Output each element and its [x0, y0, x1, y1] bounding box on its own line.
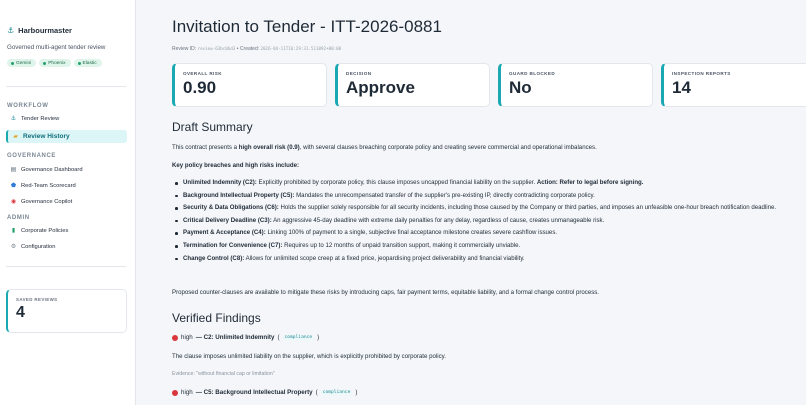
book-icon: ▮ [11, 228, 16, 234]
saved-reviews-value: 4 [16, 304, 25, 321]
review-meta: Review ID: review-63bc0bd3 • Created: 20… [172, 46, 342, 52]
divider [6, 86, 126, 87]
sidebar-item-red-team-scorecard[interactable]: ⬟ Red-Team Scorecard [6, 179, 127, 192]
brand[interactable]: ⚓ Harbourmaster [7, 26, 72, 35]
finding-title: — C5: Background Intellectual Property [195, 389, 313, 396]
section-admin: ADMIN [7, 215, 30, 221]
high-severity-icon [172, 389, 178, 396]
metric-card-overall-risk: OVERALL RISK 0.90 [172, 63, 327, 107]
list-item: Unlimited Indemnity (C2): Explicitly pro… [173, 179, 805, 187]
metric-card-guard-blocked: GUARD BLOCKED No [498, 63, 653, 107]
finding-row[interactable]: high — C5: Background Intellectual Prope… [172, 389, 357, 396]
severity-label: high [181, 334, 193, 341]
finding-title: — C2: Unlimited Indemnity [195, 334, 275, 341]
category-tag: compliance [282, 334, 315, 341]
verified-findings-heading: Verified Findings [172, 311, 261, 325]
tagline: Governed multi-agent tender review [7, 44, 106, 51]
divider [6, 266, 126, 267]
copilot-icon: ◉ [10, 199, 17, 205]
provider-pills: Gemini Phoenix Elastic [7, 59, 102, 67]
saved-reviews-card: SAVED REVIEWS 4 [6, 289, 127, 333]
metric-cards: OVERALL RISK 0.90 DECISION Approve GUARD… [172, 63, 806, 107]
severity-label: high [181, 389, 193, 396]
sidebar-item-configuration[interactable]: ⚙ Configuration [6, 240, 127, 253]
list-item: Termination for Convenience (C7): Requir… [173, 242, 805, 250]
sidebar-item-tender-review[interactable]: ⚓ Tender Review [6, 112, 127, 125]
draft-summary-closing: Proposed counter-clauses are available t… [172, 289, 600, 296]
folder-icon: ▰ [13, 134, 18, 140]
saved-reviews-label: SAVED REVIEWS [16, 297, 58, 302]
sidebar-item-governance-dashboard[interactable]: ▤ Governance Dashboard [6, 163, 127, 176]
key-breaches-heading: Key policy breaches and high risks inclu… [172, 162, 299, 169]
list-item: Payment & Acceptance (C4): Linking 100% … [173, 229, 805, 237]
sidebar: ⚓ Harbourmaster Governed multi-agent ten… [0, 0, 136, 405]
status-dot-icon [11, 61, 14, 65]
brand-name: Harbourmaster [18, 26, 72, 35]
review-id: review-63bc0bd3 [197, 46, 236, 51]
list-item: Critical Delivery Deadline (C3): An aggr… [173, 217, 805, 225]
draft-summary-intro: This contract presents a high overall ri… [172, 144, 597, 151]
page-title: Invitation to Tender - ITT-2026-0881 [172, 17, 442, 36]
section-workflow: WORKFLOW [7, 103, 49, 109]
status-dot-icon [77, 61, 81, 65]
created-timestamp: 2026-04-11T16:29:31.511092+00:00 [260, 46, 342, 51]
sidebar-item-governance-copilot[interactable]: ◉ Governance Copilot [6, 195, 127, 208]
metric-card-inspection-reports: INSPECTION REPORTS 14 [661, 63, 806, 107]
status-dot-icon [43, 61, 47, 65]
finding-evidence: Evidence: "without financial cap or limi… [172, 371, 275, 377]
metric-card-decision: DECISION Approve [335, 63, 490, 107]
main-content: Invitation to Tender - ITT-2026-0881 Rev… [136, 0, 806, 405]
category-tag: compliance [320, 389, 353, 396]
high-severity-icon [172, 334, 178, 341]
list-item: Security & Data Obligations (C6): Holds … [173, 204, 805, 212]
provider-pill-gemini: Gemini [7, 59, 37, 67]
sidebar-item-corporate-policies[interactable]: ▮ Corporate Policies [6, 224, 127, 237]
provider-pill-phoenix: Phoenix [39, 59, 71, 67]
finding-description: The clause imposes unlimited liability o… [172, 353, 446, 360]
section-governance: GOVERNANCE [7, 153, 57, 159]
shield-icon: ⬟ [10, 183, 17, 189]
breach-list: Unlimited Indemnity (C2): Explicitly pro… [173, 179, 805, 267]
list-item: Change Control (C8): Allows for unlimite… [173, 255, 805, 263]
dashboard-icon: ▤ [10, 167, 17, 173]
finding-row[interactable]: high — C2: Unlimited Indemnity (complian… [172, 334, 319, 341]
list-item: Background Intellectual Property (C5): M… [173, 192, 805, 200]
draft-summary-heading: Draft Summary [172, 120, 253, 134]
anchor-icon: ⚓ [7, 26, 15, 35]
provider-pill-elastic: Elastic [73, 59, 102, 67]
anchor-icon: ⚓ [10, 116, 17, 122]
gear-icon: ⚙ [10, 244, 17, 250]
sidebar-item-review-history[interactable]: ▰ Review History [6, 130, 127, 143]
